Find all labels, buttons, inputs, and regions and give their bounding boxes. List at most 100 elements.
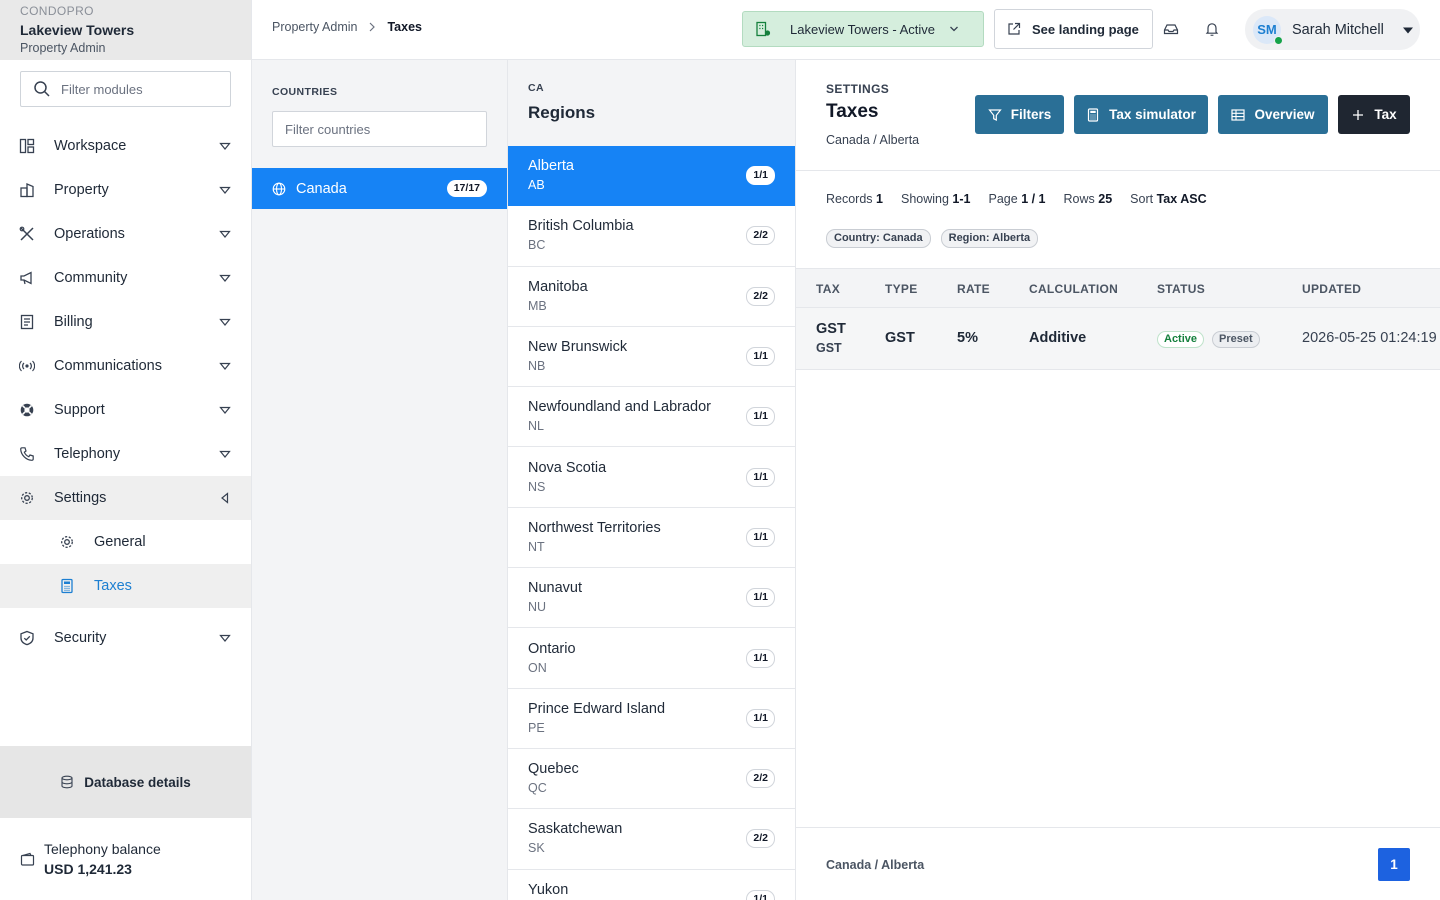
tax-simulator-button[interactable]: Tax simulator <box>1074 95 1208 134</box>
column-header-calculation[interactable]: CALCULATION <box>1029 282 1118 296</box>
column-header-updated[interactable]: UPDATED <box>1302 282 1361 296</box>
see-landing-page-button[interactable]: See landing page <box>994 9 1153 49</box>
add-tax-button[interactable]: Tax <box>1338 95 1410 134</box>
records-value: 1 <box>876 192 883 206</box>
caret-down-icon <box>219 274 231 282</box>
sidebar-item-label: Security <box>54 630 107 646</box>
table-icon <box>1231 108 1246 121</box>
module-filter <box>20 71 231 107</box>
filter-chip-country[interactable]: Country: Canada <box>826 229 931 248</box>
layout-icon <box>18 137 36 155</box>
region-item[interactable]: Newfoundland and Labrador NL 1/1 <box>508 387 795 448</box>
column-header-type[interactable]: TYPE <box>885 282 918 296</box>
bell-icon[interactable] <box>1204 21 1220 37</box>
regions-title: Regions <box>528 103 596 122</box>
avatar-initials: SM <box>1257 22 1277 37</box>
region-item[interactable]: Quebec QC 2/2 <box>508 749 795 810</box>
overview-button[interactable]: Overview <box>1218 95 1328 134</box>
plus-icon <box>1353 109 1364 120</box>
region-item[interactable]: New Brunswick NB 1/1 <box>508 327 795 388</box>
sidebar-item-property[interactable]: Property <box>0 168 251 212</box>
region-code: QC <box>528 781 547 796</box>
broadcast-icon <box>18 357 36 375</box>
caret-left-icon <box>221 492 229 504</box>
region-item[interactable]: Nova Scotia NS 1/1 <box>508 447 795 508</box>
sidebar-item-workspace[interactable]: Workspace <box>0 124 251 168</box>
page-subtitle: Canada / Alberta <box>826 133 920 147</box>
sidebar-item-label: Telephony <box>54 446 121 462</box>
column-header-rate[interactable]: RATE <box>957 282 990 296</box>
property-selector[interactable]: Lakeview Towers - Active <box>742 11 984 47</box>
region-item[interactable]: Saskatchewan SK 2/2 <box>508 809 795 870</box>
caret-down-icon <box>1403 27 1413 33</box>
taxes-panel: SETTINGS Taxes Canada / Alberta Filters … <box>796 60 1440 900</box>
sidebar: CONDOPRO Lakeview Towers Property Admin … <box>0 0 252 900</box>
showing-label: Showing <box>900 192 949 206</box>
region-count-badge: 1/1 <box>746 527 775 547</box>
region-name: New Brunswick <box>528 339 628 356</box>
rows-value: 25 <box>1098 192 1113 206</box>
sidebar-item-label: Settings <box>54 490 107 506</box>
region-item[interactable]: Manitoba MB 2/2 <box>508 267 795 327</box>
sidebar-item-community[interactable]: Community <box>0 256 251 300</box>
tax-code: GST <box>816 341 842 355</box>
country-filter-input[interactable] <box>272 111 487 147</box>
records-label: Records <box>826 192 873 206</box>
region-code: NL <box>528 419 544 434</box>
sidebar-item-label: Workspace <box>54 138 127 154</box>
country-name: Canada <box>296 180 347 197</box>
region-name: Nunavut <box>528 580 583 597</box>
region-code: SK <box>528 841 545 856</box>
region-item[interactable]: Alberta AB 1/1 <box>508 146 795 207</box>
filters-button[interactable]: Filters <box>975 95 1064 134</box>
table-row[interactable]: GST GST GST 5% Additive Active Preset 20… <box>796 308 1440 370</box>
country-item-canada[interactable]: Canada 17/17 <box>252 168 507 209</box>
showing-value: 1-1 <box>952 192 971 206</box>
sidebar-nav: Workspace Property Operations Community … <box>0 124 251 660</box>
chevron-down-icon <box>950 26 958 32</box>
region-item[interactable]: Ontario ON 1/1 <box>508 628 795 689</box>
regions-header: CA Regions <box>508 60 795 146</box>
filter-chip-region[interactable]: Region: Alberta <box>940 229 1039 248</box>
region-item[interactable]: YukonYT1/1 <box>508 870 795 900</box>
balance-value: USD 1,241.23 <box>44 861 132 877</box>
region-name: British Columbia <box>528 218 634 235</box>
megaphone-icon <box>18 269 36 287</box>
module-filter-input[interactable] <box>61 81 211 97</box>
breadcrumb-parent[interactable]: Property Admin <box>272 20 357 34</box>
sidebar-item-communications[interactable]: Communications <box>0 344 251 388</box>
preset-badge: Preset <box>1212 331 1260 348</box>
sidebar-subitem-general[interactable]: General <box>0 520 251 564</box>
see-landing-page-label: See landing page <box>1032 21 1139 37</box>
region-item[interactable]: Prince Edward Island PE 1/1 <box>508 689 795 749</box>
inbox-icon[interactable] <box>1163 21 1179 37</box>
database-icon <box>61 775 73 789</box>
sidebar-item-security[interactable]: Security <box>0 616 251 660</box>
pagination-page-1[interactable]: 1 <box>1378 848 1410 881</box>
building-status-icon <box>756 21 771 37</box>
tax-updated: 2026-05-25 01:24:19 <box>1302 330 1437 346</box>
column-header-status[interactable]: STATUS <box>1157 282 1205 296</box>
sidebar-item-settings[interactable]: Settings <box>0 476 251 520</box>
user-menu[interactable]: SM Sarah Mitchell <box>1245 9 1420 50</box>
database-details-button[interactable]: Database details <box>0 746 251 818</box>
region-code: ON <box>528 660 547 675</box>
taxes-header: SETTINGS Taxes Canada / Alberta Filters … <box>796 60 1440 171</box>
external-link-icon <box>1008 22 1021 35</box>
column-header-tax[interactable]: TAX <box>816 282 840 296</box>
property-name: Lakeview Towers <box>20 22 135 38</box>
caret-down-icon <box>219 230 231 238</box>
region-item[interactable]: Northwest Territories NT 1/1 <box>508 508 795 569</box>
sidebar-item-support[interactable]: Support <box>0 388 251 432</box>
sidebar-item-operations[interactable]: Operations <box>0 212 251 256</box>
sidebar-item-billing[interactable]: Billing <box>0 300 251 344</box>
region-count-badge: 2/2 <box>746 829 775 849</box>
region-item[interactable]: British Columbia BC 2/2 <box>508 206 795 267</box>
region-count-badge: 1/1 <box>746 407 775 427</box>
region-item[interactable]: Nunavut NU 1/1 <box>508 568 795 629</box>
sidebar-item-telephony[interactable]: Telephony <box>0 432 251 476</box>
sidebar-subitem-taxes[interactable]: Taxes <box>0 564 251 608</box>
user-role: Property Admin <box>20 41 106 55</box>
filter-icon <box>987 108 1002 121</box>
country-count-badge: 17/17 <box>446 180 487 197</box>
